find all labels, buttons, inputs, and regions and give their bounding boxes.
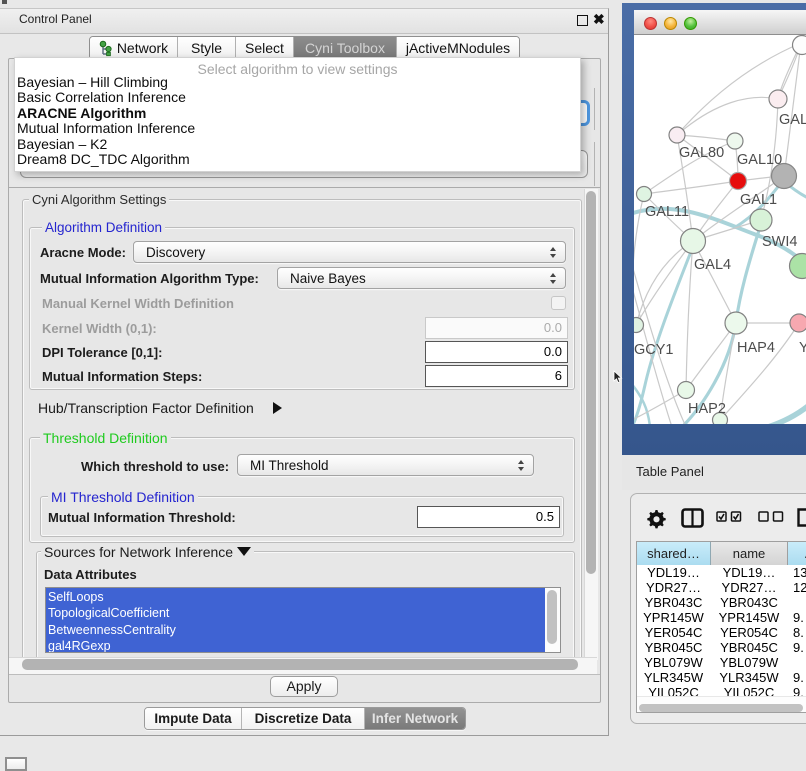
svg-text:GAL4: GAL4 xyxy=(694,257,731,273)
svg-text:Y: Y xyxy=(799,340,806,356)
svg-text:GAL1: GAL1 xyxy=(740,192,777,208)
svg-text:GCY1: GCY1 xyxy=(634,342,674,358)
svg-text:GAL11: GAL11 xyxy=(645,204,689,220)
svg-text:GAL10: GAL10 xyxy=(737,152,782,168)
svg-text:GAL: GAL xyxy=(779,112,806,128)
svg-text:SWI4: SWI4 xyxy=(762,234,797,250)
svg-text:GAL80: GAL80 xyxy=(679,145,724,161)
svg-text:HAP4: HAP4 xyxy=(737,340,775,356)
svg-text:HAP2: HAP2 xyxy=(688,401,726,417)
